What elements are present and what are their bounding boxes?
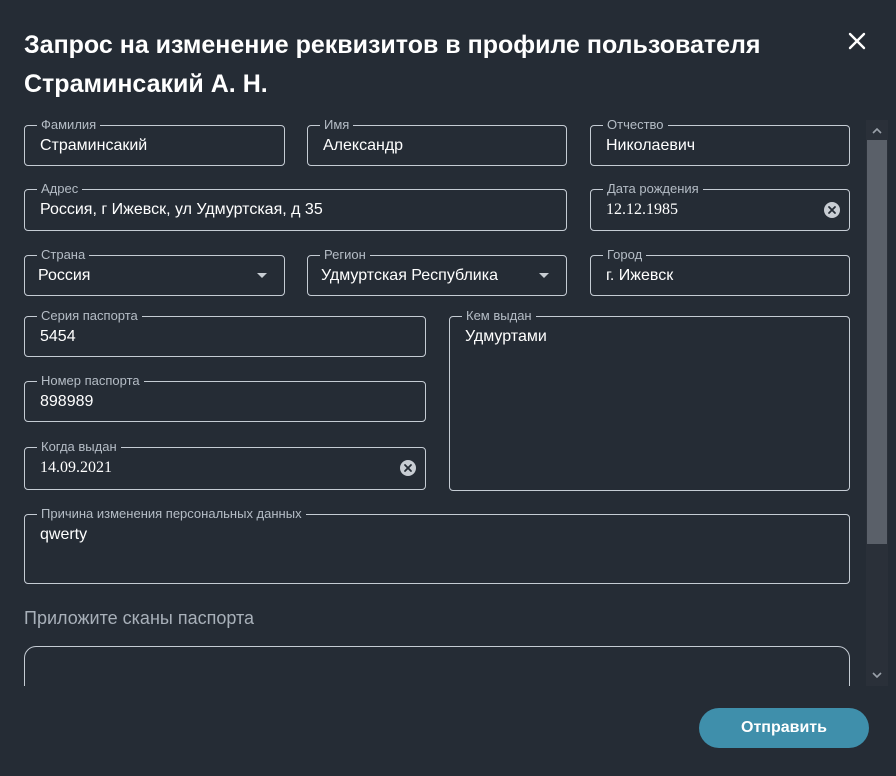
- issued-by-value: Удмуртами: [465, 328, 547, 345]
- chevron-down-icon: [872, 671, 882, 678]
- region-value: Удмуртская Республика: [321, 267, 498, 284]
- chevron-down-icon: [257, 273, 267, 278]
- passport-number-field[interactable]: Номер паспорта 898989: [24, 373, 426, 422]
- issue-date-label: Когда выдан: [37, 439, 121, 455]
- close-icon: [848, 32, 866, 50]
- issued-by-textarea[interactable]: Кем выдан Удмуртами: [449, 308, 850, 491]
- submit-button[interactable]: Отправить: [699, 708, 869, 748]
- clear-birth-date-icon[interactable]: [823, 201, 841, 219]
- region-label: Регион: [320, 247, 370, 263]
- passport-number-label: Номер паспорта: [37, 373, 144, 389]
- clear-issue-date-icon[interactable]: [399, 459, 417, 477]
- city-label: Город: [603, 247, 647, 263]
- last-name-label: Фамилия: [37, 117, 101, 133]
- address-value: Россия, г Ижевск, ул Удмуртская, д 35: [40, 201, 323, 218]
- passport-series-label: Серия паспорта: [37, 308, 142, 324]
- first-name-value: Александр: [323, 137, 404, 154]
- close-button[interactable]: [842, 26, 872, 56]
- first-name-field[interactable]: Имя Александр: [307, 117, 567, 166]
- issued-by-label: Кем выдан: [462, 308, 536, 324]
- birth-date-label: Дата рождения: [603, 181, 703, 197]
- form-scroll-area: Фамилия Страминсакий Имя Александр Отчес…: [0, 110, 866, 686]
- region-select[interactable]: Регион Удмуртская Республика: [307, 247, 567, 296]
- change-reason-label: Причина изменения персональных данных: [37, 506, 306, 522]
- city-value: г. Ижевск: [606, 267, 674, 284]
- patronymic-value: Николаевич: [606, 137, 696, 154]
- chevron-up-icon: [872, 127, 882, 134]
- first-name-label: Имя: [320, 117, 354, 133]
- patronymic-field[interactable]: Отчество Николаевич: [590, 117, 850, 166]
- birth-date-value: 12.12.1985: [606, 201, 678, 218]
- city-field[interactable]: Город г. Ижевск: [590, 247, 850, 296]
- passport-number-value: 898989: [40, 393, 94, 410]
- country-select[interactable]: Страна Россия: [24, 247, 285, 296]
- chevron-down-icon: [539, 273, 549, 278]
- issue-date-value: 14.09.2021: [40, 459, 112, 476]
- change-reason-textarea[interactable]: Причина изменения персональных данных qw…: [24, 506, 850, 584]
- dialog-title: Запрос на изменение реквизитов в профиле…: [24, 31, 761, 98]
- scroll-down-button[interactable]: [866, 666, 888, 684]
- birth-date-field[interactable]: Дата рождения 12.12.1985: [590, 181, 850, 231]
- last-name-value: Страминсакий: [40, 137, 148, 154]
- scrollbar[interactable]: [866, 120, 888, 686]
- passport-series-value: 5454: [40, 328, 76, 345]
- passport-scans-dropzone[interactable]: [24, 646, 850, 686]
- address-field[interactable]: Адрес Россия, г Ижевск, ул Удмуртская, д…: [24, 181, 567, 231]
- address-label: Адрес: [37, 181, 83, 197]
- last-name-field[interactable]: Фамилия Страминсакий: [24, 117, 285, 166]
- issue-date-field[interactable]: Когда выдан 14.09.2021: [24, 439, 426, 490]
- patronymic-label: Отчество: [603, 117, 668, 133]
- country-label: Страна: [37, 247, 90, 263]
- country-value: Россия: [38, 267, 91, 284]
- change-reason-value: qwerty: [40, 526, 88, 543]
- scroll-up-button[interactable]: [866, 121, 888, 139]
- edit-profile-dialog: Запрос на изменение реквизитов в профиле…: [0, 0, 896, 776]
- scrollbar-thumb[interactable]: [867, 140, 887, 544]
- passport-series-field[interactable]: Серия паспорта 5454: [24, 308, 426, 357]
- attachments-title: Приложите сканы паспорта: [24, 608, 255, 628]
